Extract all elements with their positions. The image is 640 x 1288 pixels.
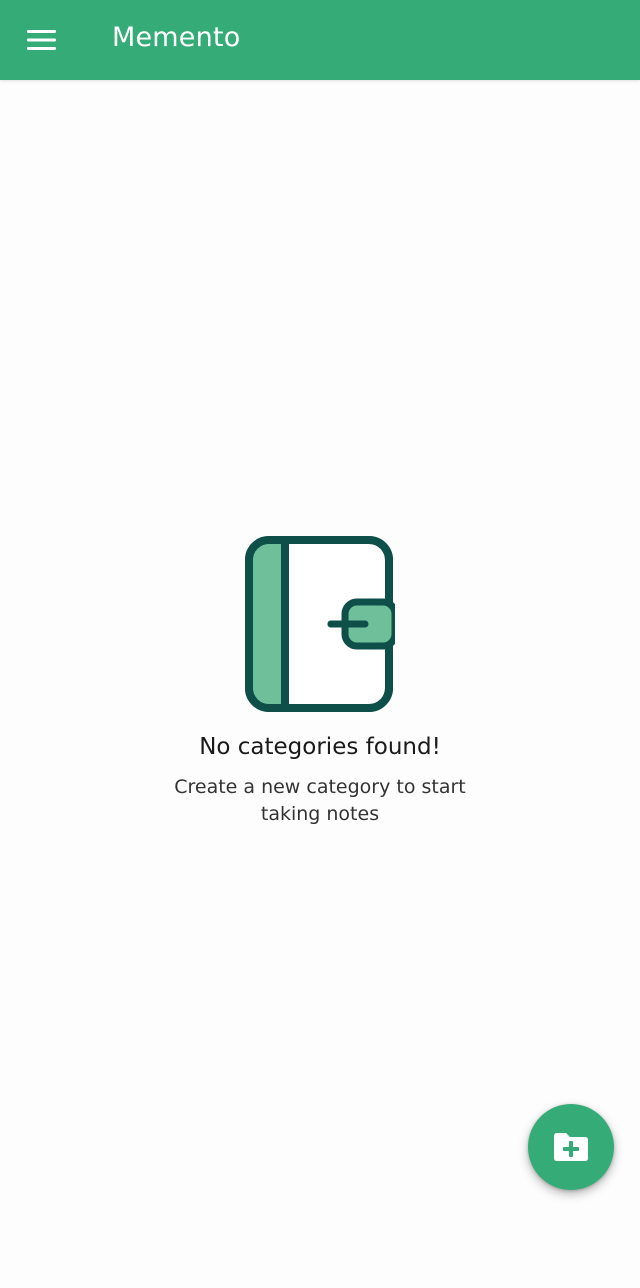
hamburger-menu-icon (27, 30, 56, 50)
notebook-icon (245, 536, 395, 712)
menu-button[interactable] (14, 12, 70, 68)
empty-state-title: No categories found! (199, 734, 441, 760)
empty-state: No categories found! Create a new catego… (0, 536, 640, 828)
app-title: Memento (112, 22, 241, 53)
app-bar: Memento (0, 0, 640, 80)
new-folder-plus-icon (554, 1133, 588, 1161)
add-category-button[interactable] (528, 1104, 614, 1190)
empty-state-subtitle: Create a new category to start taking no… (174, 776, 466, 825)
app-screen: Memento No categories found! Create a ne… (0, 0, 640, 1288)
